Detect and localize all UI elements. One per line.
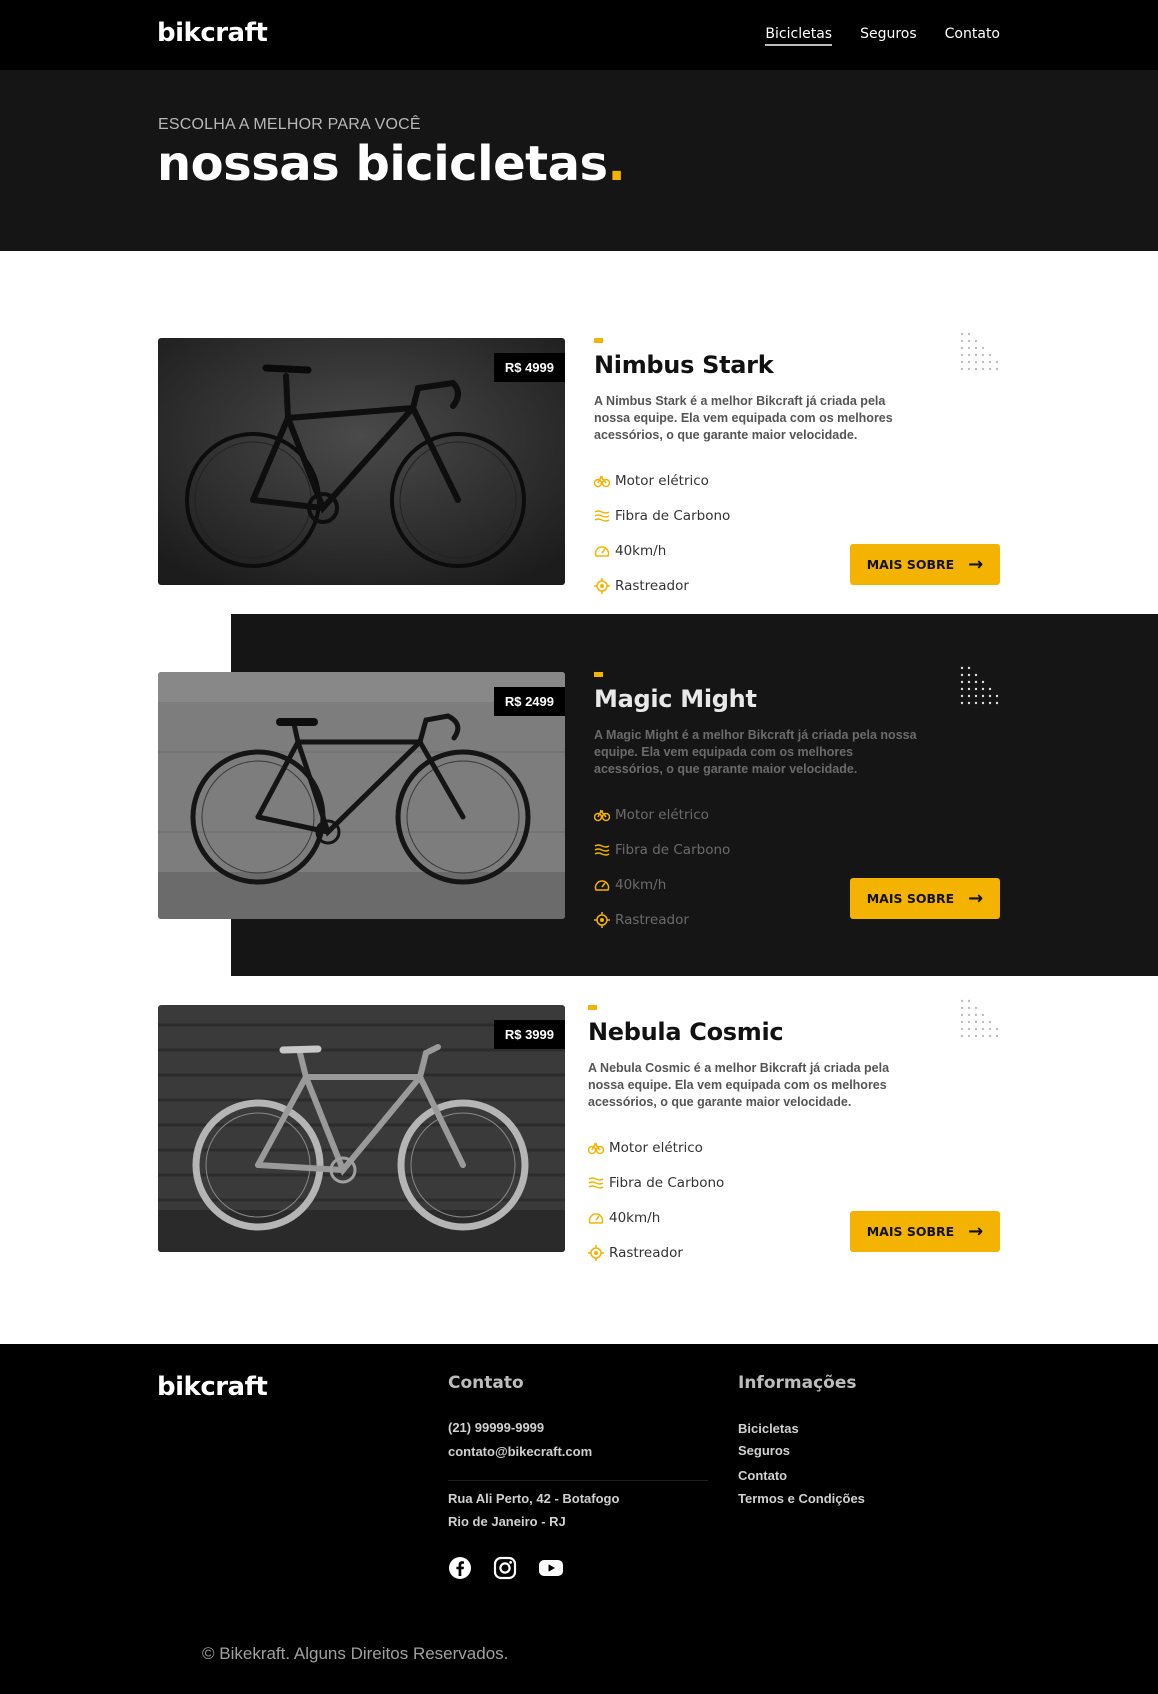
price-badge: R$ 2499 (493, 687, 565, 716)
feature-item: 40km/h (594, 867, 730, 902)
speedometer-icon (594, 877, 610, 893)
instagram-icon[interactable] (493, 1556, 519, 1582)
feature-list: Motor elétrico Fibra de Carbono 40km/h R… (594, 463, 730, 603)
hero-subtitle: ESCOLHA A MELHOR PARA VOCÊ (158, 116, 421, 133)
bike-name: Magic Might (594, 685, 757, 713)
footer-divider (448, 1480, 708, 1481)
dots-decoration (960, 999, 999, 1038)
accent-bar (594, 338, 603, 343)
page-title-text: nossas bicicletas (157, 136, 608, 192)
feature-item: Rastreador (594, 568, 730, 603)
footer-link-seguros[interactable]: Seguros (738, 1443, 790, 1458)
bike-description: A Magic Might é a melhor Bikcraft já cri… (594, 728, 917, 776)
carbon-fiber-icon (588, 1175, 604, 1191)
bike-info: Magic Might A Magic Might é a melhor Bik… (594, 666, 1000, 928)
price-badge: R$ 3999 (493, 1020, 565, 1049)
tracker-icon (594, 577, 610, 594)
footer-address-line1: Rua Ali Perto, 42 - Botafogo (448, 1491, 620, 1506)
site-header: bikcraft Bicicletas Seguros Contato (0, 0, 1158, 70)
more-about-button[interactable]: MAIS SOBRE → (850, 1211, 1000, 1252)
footer-link-termos[interactable]: Termos e Condições (738, 1491, 865, 1506)
nav-link-seguros[interactable]: Seguros (860, 26, 917, 46)
bike-card: R$ 2499 Magic Might A Magic Might é a me… (158, 666, 1000, 928)
feature-item: Motor elétrico (588, 1130, 724, 1165)
page-title: nossas bicicletas. (157, 136, 626, 192)
nav-link-contato[interactable]: Contato (945, 26, 1000, 46)
carbon-fiber-icon (594, 508, 610, 524)
bike-name: Nimbus Stark (594, 351, 774, 379)
tracker-icon (594, 911, 610, 928)
feature-item: 40km/h (588, 1200, 724, 1235)
bike-image: R$ 3999 (158, 1005, 565, 1252)
bike-info: Nebula Cosmic A Nebula Cosmic é a melhor… (588, 999, 1000, 1261)
bike-description: A Nimbus Stark é a melhor Bikcraft já cr… (594, 394, 893, 442)
nav-link-bicicletas[interactable]: Bicicletas (765, 26, 833, 46)
speedometer-icon (594, 543, 610, 559)
bike-motor-icon (588, 1140, 604, 1156)
accent-bar (588, 1005, 597, 1010)
footer-link-bicicletas[interactable]: Bicicletas (738, 1421, 799, 1436)
feature-item: Fibra de Carbono (588, 1165, 724, 1200)
feature-item: Fibra de Carbono (594, 832, 730, 867)
footer-logo[interactable]: bikcraft (157, 1372, 268, 1402)
carbon-fiber-icon (594, 842, 610, 858)
bike-card: R$ 3999 Nebula Cosmic A Nebula Cosmic é … (158, 999, 1000, 1261)
feature-item: Motor elétrico (594, 797, 730, 832)
footer-link-contato[interactable]: Contato (738, 1468, 787, 1483)
social-links (448, 1556, 564, 1582)
bike-image: R$ 2499 (158, 672, 565, 919)
feature-item: Rastreador (588, 1235, 724, 1270)
footer-info-title: Informações (738, 1373, 857, 1393)
feature-item: Rastreador (594, 902, 730, 937)
arrow-right-icon: → (968, 1220, 984, 1242)
price-badge: R$ 4999 (493, 353, 565, 382)
footer-address-line2: Rio de Janeiro - RJ (448, 1514, 566, 1529)
speedometer-icon (588, 1210, 604, 1226)
bike-motor-icon (594, 473, 610, 489)
youtube-icon[interactable] (538, 1556, 564, 1582)
feature-item: 40km/h (594, 533, 730, 568)
arrow-right-icon: → (968, 553, 984, 575)
bike-image: R$ 4999 (158, 338, 565, 585)
hero-section: ESCOLHA A MELHOR PARA VOCÊ nossas bicicl… (0, 70, 1158, 251)
footer-email[interactable]: contato@bikecraft.com (448, 1444, 592, 1459)
bike-info: Nimbus Stark A Nimbus Stark é a melhor B… (594, 332, 1000, 594)
bike-description: A Nebula Cosmic é a melhor Bikcraft já c… (588, 1061, 890, 1109)
feature-list: Motor elétrico Fibra de Carbono 40km/h R… (594, 797, 730, 937)
bike-name: Nebula Cosmic (588, 1018, 784, 1046)
footer-contact-title: Contato (448, 1373, 524, 1393)
copyright: © Bikekraft. Alguns Direitos Reservados. (202, 1644, 509, 1663)
facebook-icon[interactable] (448, 1556, 474, 1582)
more-about-button[interactable]: MAIS SOBRE → (850, 544, 1000, 585)
feature-item: Motor elétrico (594, 463, 730, 498)
main-nav: Bicicletas Seguros Contato (765, 26, 1000, 46)
tracker-icon (588, 1244, 604, 1261)
dots-decoration (960, 666, 999, 705)
bike-card: R$ 4999 Nimbus Stark A Nimbus Stark é a … (158, 332, 1000, 594)
site-footer: bikcraft Contato (21) 99999-9999 contato… (0, 1344, 1158, 1694)
feature-list: Motor elétrico Fibra de Carbono 40km/h R… (588, 1130, 724, 1270)
dots-decoration (960, 332, 999, 371)
feature-item: Fibra de Carbono (594, 498, 730, 533)
title-dot: . (607, 136, 626, 192)
footer-phone[interactable]: (21) 99999-9999 (448, 1420, 544, 1435)
more-about-button[interactable]: MAIS SOBRE → (850, 878, 1000, 919)
arrow-right-icon: → (968, 887, 984, 909)
site-logo[interactable]: bikcraft (157, 18, 268, 48)
accent-bar (594, 672, 603, 677)
bike-motor-icon (594, 807, 610, 823)
